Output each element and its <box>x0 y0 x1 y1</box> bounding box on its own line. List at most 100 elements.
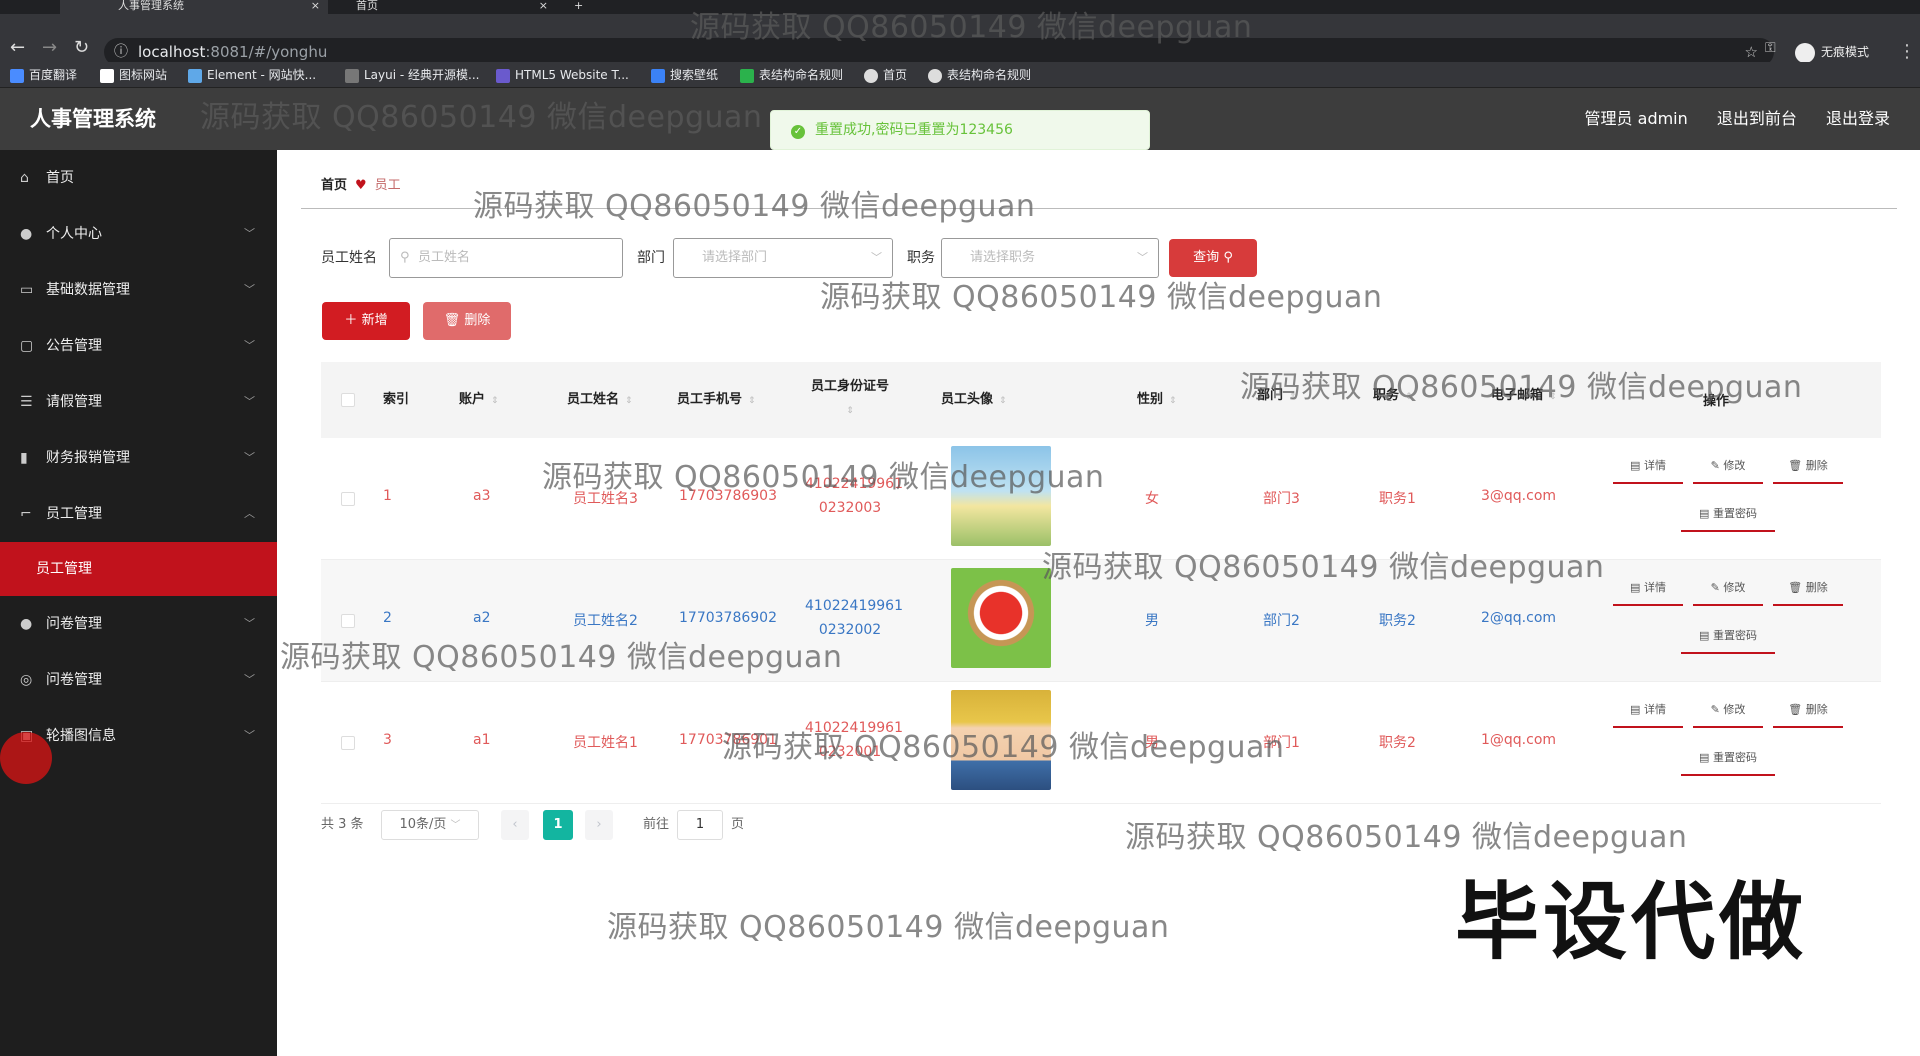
row-checkbox[interactable] <box>341 492 355 506</box>
cell-post: 职务2 <box>1379 735 1416 751</box>
op-label: 重置密码 <box>1712 629 1757 642</box>
bookmark-item[interactable]: 搜索壁纸 <box>651 62 718 88</box>
element-icon <box>188 68 202 83</box>
sort-icon[interactable]: ⇕ <box>748 396 756 406</box>
logout-link[interactable]: 退出登录 <box>1826 109 1890 128</box>
next-page-button[interactable]: › <box>585 810 613 840</box>
sidebar-item-leave[interactable]: ☰ 请假管理 ﹀ <box>0 374 277 430</box>
tab-close-icon[interactable]: × <box>311 0 320 12</box>
col-label: 性别 <box>1137 392 1164 407</box>
reset-password-button[interactable]: ▤ 重置密码 <box>1681 496 1775 532</box>
add-button[interactable]: ＋ 新增 <box>322 302 410 340</box>
bookmark-item[interactable]: HTML5 Website T... <box>496 62 629 88</box>
key-icon[interactable]: ⚿ <box>1765 40 1776 56</box>
breadcrumb-current: 员工 <box>374 178 401 193</box>
delete-button[interactable]: 🗑 删除 <box>1773 448 1843 484</box>
bookmark-item[interactable]: 表结构命名规则 <box>928 62 1031 88</box>
user-icon: ● <box>20 616 33 632</box>
sort-icon[interactable]: ⇕ <box>491 396 499 406</box>
col-label: 员工姓名 <box>567 392 620 407</box>
batch-delete-button[interactable]: 🗑 删除 <box>423 302 511 340</box>
delete-button[interactable]: 🗑 删除 <box>1773 570 1843 606</box>
sort-icon[interactable]: ⇕ <box>625 396 633 406</box>
chevron-down-icon: ﹀ <box>244 451 255 464</box>
cell-dept: 部门3 <box>1263 491 1300 507</box>
cell-gender: 女 <box>1145 491 1159 507</box>
chevron-up-icon: ︿ <box>244 507 255 520</box>
trash-icon: 🗑 <box>1788 581 1803 594</box>
col-gender[interactable]: 性别 ⇕ <box>1137 362 1177 438</box>
to-front-link[interactable]: 退出到前台 <box>1717 109 1797 128</box>
sidebar-item-basic-data[interactable]: ▭ 基础数据管理 ﹀ <box>0 262 277 318</box>
breadcrumb-home[interactable]: 首页 <box>321 178 347 193</box>
url-path: :8081/#/yonghu <box>205 43 328 61</box>
name-filter-input[interactable]: ⚲ 员工姓名 <box>389 238 623 278</box>
watermark-text: 源码获取 QQ86050149 微信deepguan <box>607 910 1170 945</box>
detail-button[interactable]: ▤ 详情 <box>1613 448 1683 484</box>
cell-email: 2@qq.com <box>1481 610 1557 626</box>
col-avatar[interactable]: 员工头像 ⇕ <box>941 362 1007 438</box>
bookmark-item[interactable]: Element - 网站快... <box>188 62 316 88</box>
col-index: 索引 <box>383 362 409 438</box>
forward-icon[interactable]: → <box>42 38 57 58</box>
sort-icon[interactable]: ⇕ <box>999 396 1007 406</box>
crop-icon: ⌐ <box>20 506 32 522</box>
edit-button[interactable]: ✎ 修改 <box>1693 570 1763 606</box>
reload-icon[interactable]: ↻ <box>74 38 89 58</box>
browser-tab-active[interactable]: 人事管理系统 × <box>60 0 328 14</box>
col-name[interactable]: 员工姓名 ⇕ <box>567 362 633 438</box>
sort-icon[interactable]: ⇕ <box>795 402 905 420</box>
edit-button[interactable]: ✎ 修改 <box>1693 692 1763 728</box>
reset-password-button[interactable]: ▤ 重置密码 <box>1681 618 1775 654</box>
sidebar-item-profile[interactable]: ● 个人中心 ﹀ <box>0 206 277 262</box>
sidebar-item-label: 员工管理 <box>46 506 102 522</box>
page-size-select[interactable]: 10条/页 ﹀ <box>381 810 479 840</box>
delete-button[interactable]: 🗑 删除 <box>1773 692 1843 728</box>
sidebar-item-notice[interactable]: ▢ 公告管理 ﹀ <box>0 318 277 374</box>
bookmark-label: 搜索壁纸 <box>670 68 719 82</box>
bookmark-item[interactable]: 首页 <box>864 62 907 88</box>
col-account[interactable]: 账户 ⇕ <box>459 362 499 438</box>
new-tab-icon[interactable]: + <box>574 0 594 14</box>
page-size-value: 10条/页 <box>399 817 447 832</box>
col-idcard[interactable]: 员工身份证号 ⇕ <box>795 362 905 438</box>
col-label: 员工手机号 <box>677 392 743 407</box>
bookmark-item[interactable]: 图标网站 <box>100 62 167 88</box>
sidebar-subitem-employee-manage[interactable]: 员工管理 <box>0 542 277 596</box>
bookmark-item[interactable]: 百度翻译 <box>10 62 77 88</box>
row-checkbox[interactable] <box>341 736 355 750</box>
bookmark-item[interactable]: Layui - 经典开源模... <box>345 62 479 88</box>
back-icon[interactable]: ← <box>10 38 25 58</box>
idcard-part: 0232003 <box>818 500 882 516</box>
sidebar-item-survey[interactable]: ● 问卷管理 ﹀ <box>0 596 277 652</box>
sidebar-item-home[interactable]: ⌂ 首页 <box>0 150 277 206</box>
sidebar-item-employee[interactable]: ⌐ 员工管理 ︿ <box>0 486 277 542</box>
page-number-current[interactable]: 1 <box>543 810 573 840</box>
goto-page-input[interactable]: 1 <box>677 810 723 840</box>
sidebar-item-survey-2[interactable]: ◎ 问卷管理 ﹀ <box>0 652 277 708</box>
detail-button[interactable]: ▤ 详情 <box>1613 570 1683 606</box>
browser-tab[interactable]: 首页 × <box>330 0 556 14</box>
chevron-down-icon: ﹀ <box>450 820 461 831</box>
radar-icon: ◎ <box>20 672 33 688</box>
reset-password-button[interactable]: ▤ 重置密码 <box>1681 740 1775 776</box>
edit-button[interactable]: ✎ 修改 <box>1693 448 1763 484</box>
trash-icon: 🗑 <box>1788 703 1803 716</box>
sort-icon[interactable]: ⇕ <box>1169 396 1177 406</box>
row-checkbox[interactable] <box>341 614 355 628</box>
col-phone[interactable]: 员工手机号 ⇕ <box>677 362 756 438</box>
op-label: 详情 <box>1643 703 1666 716</box>
select-all-checkbox[interactable] <box>341 393 355 407</box>
goto-label: 前往 <box>643 817 670 832</box>
prev-page-button[interactable]: ‹ <box>501 810 529 840</box>
chevron-down-icon: ﹀ <box>244 673 255 686</box>
watermark-text: 源码获取 QQ86050149 微信deepguan <box>1125 820 1688 855</box>
watermark-text: 源码获取 QQ86050149 微信deepguan <box>473 189 1036 224</box>
cell-name: 员工姓名1 <box>573 735 638 751</box>
detail-button[interactable]: ▤ 详情 <box>1613 692 1683 728</box>
bookmark-item[interactable]: 表结构命名规则 <box>740 62 843 88</box>
header-links: 管理员 admin 退出到前台 退出登录 <box>1561 88 1890 150</box>
tab-close-icon[interactable]: × <box>539 0 548 12</box>
sidebar-item-finance[interactable]: ▮ 财务报销管理 ﹀ <box>0 430 277 486</box>
toast-message: 重置成功,密码已重置为123456 <box>815 122 1013 138</box>
